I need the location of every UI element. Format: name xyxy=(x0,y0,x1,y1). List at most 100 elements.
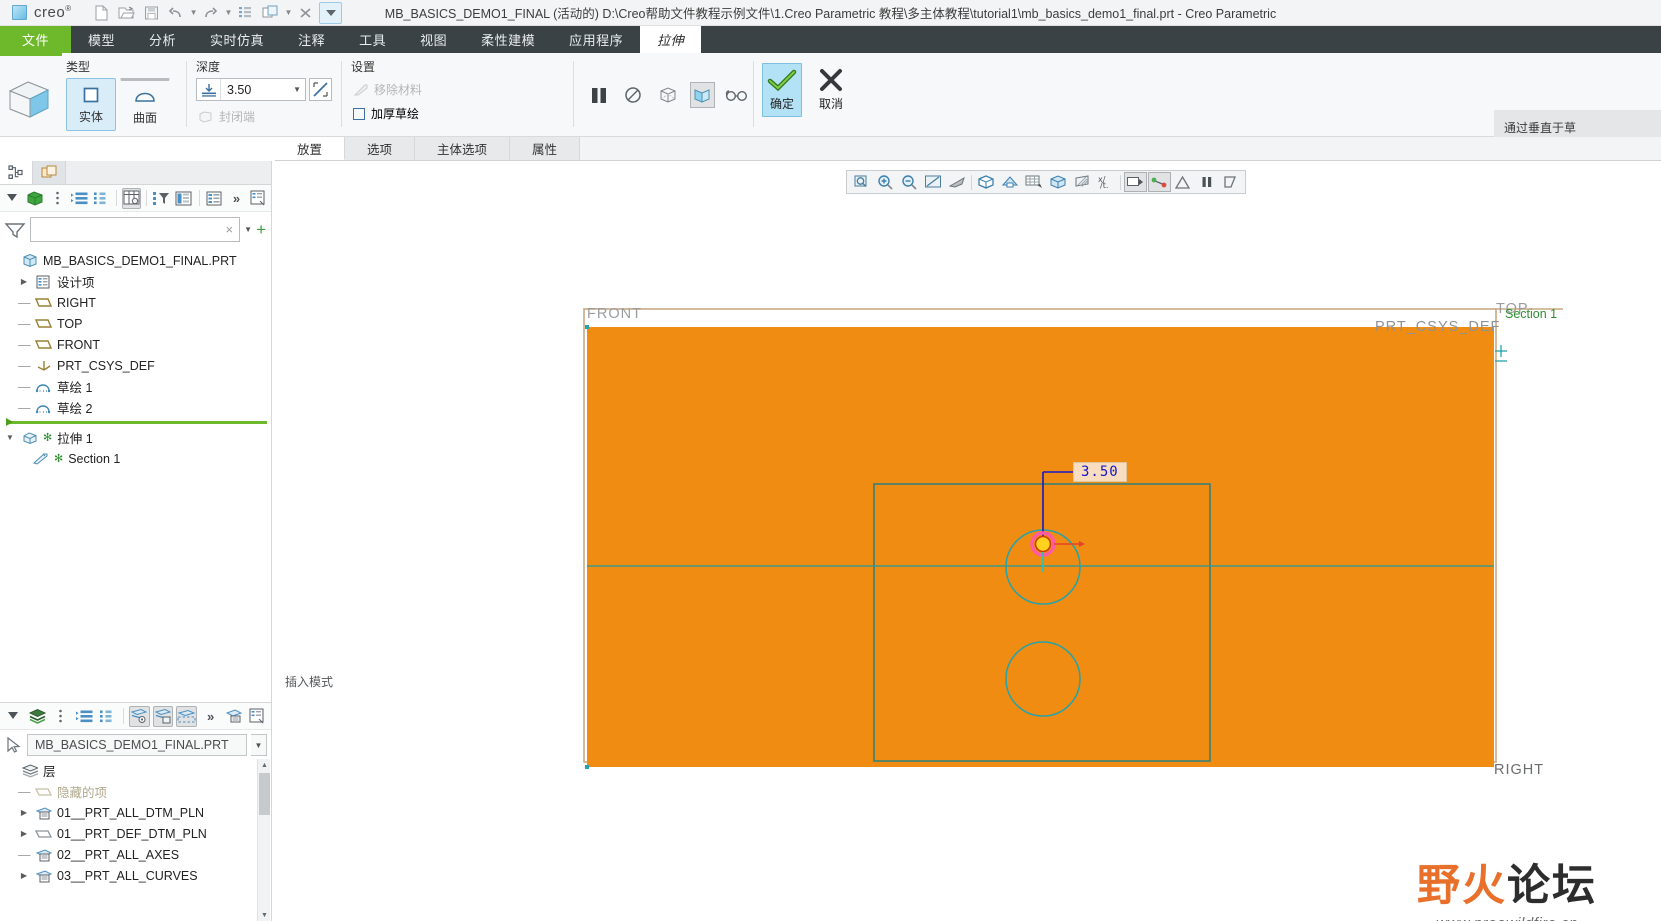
layer-settings-icon[interactable] xyxy=(3,706,24,727)
add-filter-icon[interactable]: + xyxy=(256,221,266,238)
layer-expander[interactable]: ▶ xyxy=(18,829,30,838)
redo-dropdown-icon[interactable]: ▼ xyxy=(225,8,233,17)
layer-select-icon[interactable] xyxy=(176,705,198,727)
layer-isolate-icon[interactable] xyxy=(152,705,174,727)
layer-expander[interactable]: ▶ xyxy=(18,808,30,817)
layer-scrollbar[interactable]: ▲ ▼ xyxy=(257,759,270,921)
new-file-icon[interactable] xyxy=(90,2,113,24)
clear-search-icon[interactable]: × xyxy=(226,222,234,237)
tree-row-right[interactable]: — RIGHT xyxy=(4,292,271,313)
window-dropdown-icon[interactable]: ▼ xyxy=(284,8,292,17)
open-file-icon[interactable] xyxy=(115,2,138,24)
tree-row-csys[interactable]: — PRT_CSYS_DEF xyxy=(4,355,271,376)
dashboard-tab-properties[interactable]: 属性 xyxy=(510,137,581,160)
layer-row-def-dtm-pln[interactable]: ▶ 01__PRT_DEF_DTM_PLN xyxy=(4,823,271,844)
tree-menu-icon[interactable] xyxy=(48,188,67,209)
confirm-button[interactable]: 确定 xyxy=(762,63,802,117)
model-tree-tab[interactable] xyxy=(0,161,33,184)
type-solid-button[interactable]: 实体 xyxy=(66,78,116,131)
tree-row-front[interactable]: — FRONT xyxy=(4,334,271,355)
cancel-button[interactable]: 取消 xyxy=(810,63,852,117)
depth-value-combo[interactable]: 3.50 ▼ xyxy=(196,78,307,101)
regenerate-icon[interactable] xyxy=(234,2,257,24)
filter-dropdown-icon[interactable]: ▼ xyxy=(244,225,252,234)
shaded-preview-icon[interactable] xyxy=(689,82,715,108)
dashboard-tab-body-options[interactable]: 主体选项 xyxy=(415,137,511,160)
tab-applications[interactable]: 应用程序 xyxy=(552,26,640,53)
tab-extrude[interactable]: 拉伸 xyxy=(640,26,702,53)
wireframe-preview-icon[interactable] xyxy=(655,82,681,108)
tree-settings-icon[interactable] xyxy=(3,188,22,209)
dimension-value-box[interactable]: 3.50 xyxy=(1073,462,1127,482)
tab-annotate[interactable]: 注释 xyxy=(281,26,342,53)
layer-row-all-curves[interactable]: ▶ 03__PRT_ALL_CURVES xyxy=(4,865,271,886)
layer-owner-value[interactable]: MB_BASICS_DEMO1_FINAL.PRT xyxy=(27,734,247,756)
remove-material-row[interactable]: 移除材料 xyxy=(347,78,507,98)
no-preview-icon[interactable] xyxy=(621,82,647,108)
tree-row-part[interactable]: MB_BASICS_DEMO1_FINAL.PRT xyxy=(4,250,271,271)
tab-file[interactable]: 文件 xyxy=(0,26,72,53)
cad-model-canvas[interactable] xyxy=(273,161,1661,921)
tree-model-icon[interactable] xyxy=(25,188,45,209)
window-icon[interactable] xyxy=(259,2,282,24)
save-icon[interactable] xyxy=(140,2,163,24)
tree-display-icon[interactable] xyxy=(174,188,194,209)
tree-filter-icon[interactable] xyxy=(152,188,171,209)
dashboard-tab-placement[interactable]: 放置 xyxy=(275,137,346,160)
collapse-all-icon[interactable] xyxy=(92,188,111,209)
tab-analysis[interactable]: 分析 xyxy=(132,26,193,53)
tab-view[interactable]: 视图 xyxy=(403,26,464,53)
scroll-down-icon[interactable]: ▼ xyxy=(258,909,271,921)
layer-row-root[interactable]: 层 xyxy=(4,760,271,781)
tree-expander[interactable]: ▶ xyxy=(18,277,30,286)
layer-tree-tab[interactable] xyxy=(33,161,66,184)
glasses-preview-icon[interactable] xyxy=(724,82,750,108)
depth-blind-icon[interactable] xyxy=(197,79,221,100)
tab-live-simulation[interactable]: 实时仿真 xyxy=(193,26,281,53)
graphics-viewport[interactable]: x//t. FRONT TOP PRT_CSYS_DEF Section 1 R… xyxy=(273,161,1661,921)
type-surface-button[interactable]: 曲面 xyxy=(120,78,170,131)
layer-row-all-axes[interactable]: — 02__PRT_ALL_AXES xyxy=(4,844,271,865)
flip-direction-icon[interactable] xyxy=(309,78,332,101)
layer-owner-selector[interactable]: MB_BASICS_DEMO1_FINAL.PRT ▼ xyxy=(0,730,271,759)
more-chevrons-icon[interactable]: » xyxy=(227,188,246,209)
layer-props-icon[interactable] xyxy=(247,706,268,727)
search-input[interactable]: × xyxy=(30,217,241,242)
layer-expander[interactable]: ▶ xyxy=(18,871,30,880)
thicken-sketch-row[interactable]: 加厚草绘 xyxy=(347,98,507,122)
tab-tools[interactable]: 工具 xyxy=(342,26,403,53)
redo-icon[interactable] xyxy=(200,2,223,24)
undo-icon[interactable] xyxy=(165,2,188,24)
pause-icon[interactable] xyxy=(586,82,612,108)
insert-here-bar[interactable] xyxy=(6,418,267,426)
tree-row-extrude1[interactable]: ▼ ✻ 拉伸 1 xyxy=(4,427,271,448)
scroll-up-icon[interactable]: ▲ xyxy=(258,759,271,772)
layer-row-hidden-items[interactable]: — 隐藏的项 xyxy=(4,781,271,802)
close-window-icon[interactable] xyxy=(294,2,317,24)
layer-menu-icon[interactable] xyxy=(51,706,72,727)
layer-new-icon[interactable] xyxy=(224,706,245,727)
tree-expander[interactable]: ▼ xyxy=(4,433,16,442)
expand-all-icon[interactable] xyxy=(70,188,89,209)
more-chevrons-icon[interactable]: » xyxy=(200,706,221,727)
tree-detail-icon[interactable] xyxy=(249,188,268,209)
layer-row-all-dtm-pln[interactable]: ▶ 01__PRT_ALL_DTM_PLN xyxy=(4,802,271,823)
scroll-thumb[interactable] xyxy=(259,773,270,815)
dashboard-tab-options[interactable]: 选项 xyxy=(345,137,416,160)
layer-hide-icon[interactable] xyxy=(129,705,150,727)
capped-ends-row[interactable]: 封闭端 xyxy=(192,101,332,125)
depth-value[interactable]: 3.50 xyxy=(221,83,289,97)
tree-notes-icon[interactable] xyxy=(205,188,224,209)
layer-collapse-icon[interactable] xyxy=(98,706,119,727)
customize-qat-icon[interactable] xyxy=(319,1,343,24)
tree-row-sketch1[interactable]: — 草绘 1 xyxy=(4,376,271,397)
undo-dropdown-icon[interactable]: ▼ xyxy=(190,8,198,17)
tree-row-section1[interactable]: ✻ Section 1 xyxy=(4,448,271,469)
layer-expand-icon[interactable] xyxy=(74,706,95,727)
tab-model[interactable]: 模型 xyxy=(71,26,132,53)
tab-flexible-modeling[interactable]: 柔性建模 xyxy=(464,26,552,53)
tree-row-design-items[interactable]: ▶ 设计项 xyxy=(4,271,271,292)
tree-row-top[interactable]: — TOP xyxy=(4,313,271,334)
tree-columns-icon[interactable] xyxy=(122,187,142,209)
layer-owner-dropdown-icon[interactable]: ▼ xyxy=(251,734,267,756)
